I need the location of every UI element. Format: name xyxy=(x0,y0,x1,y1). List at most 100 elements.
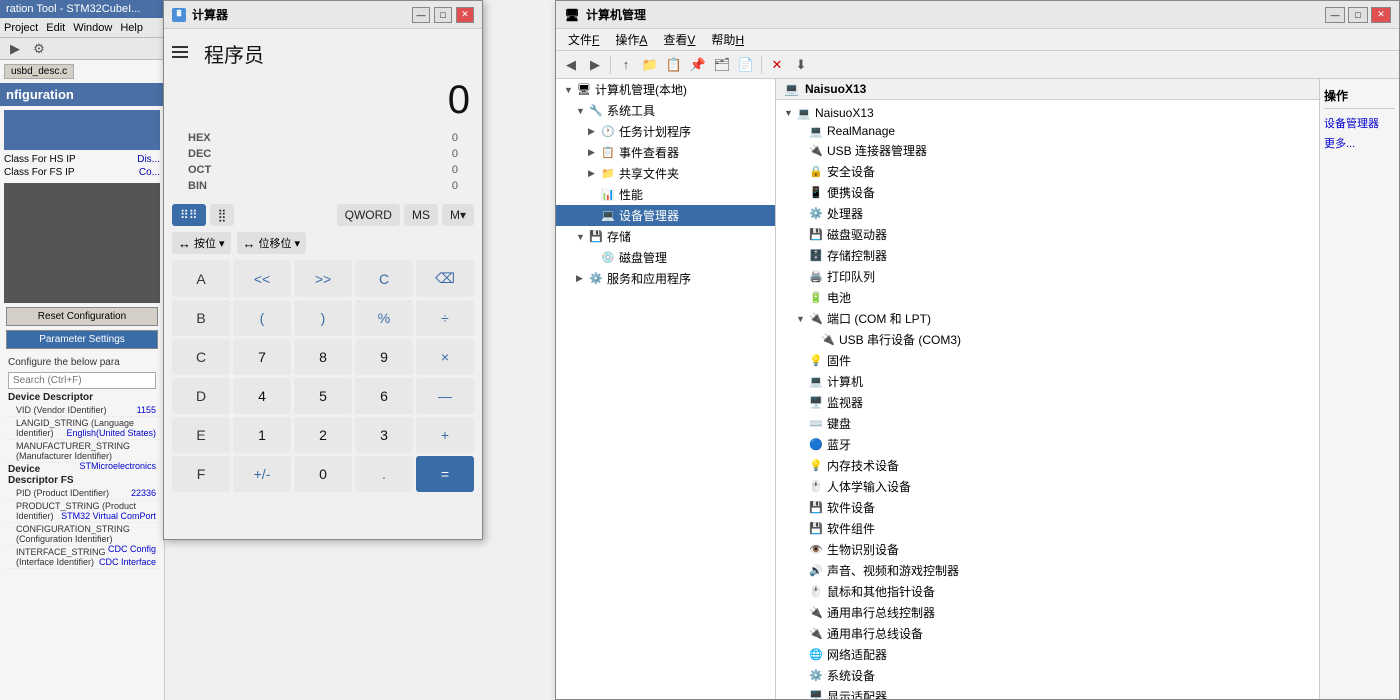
cm-dev-item-27[interactable]: 🖥️显示适配器 xyxy=(780,686,1315,699)
cm-menu-view[interactable]: 查看V xyxy=(655,29,703,50)
calc-maximize-button[interactable]: □ xyxy=(434,7,452,23)
calc-btn-B-5[interactable]: B xyxy=(172,300,230,336)
cm-dev-item-16[interactable]: 💡内存技术设备 xyxy=(780,455,1315,476)
search-input[interactable] xyxy=(8,372,156,389)
cm-tree-event-viewer[interactable]: ▶ 📋 事件查看器 xyxy=(556,142,775,163)
cm-menu-help[interactable]: 帮助H xyxy=(703,29,752,50)
cm-tree-task-scheduler[interactable]: ▶ 🕐 任务计划程序 xyxy=(556,121,775,142)
cm-dev-item-9[interactable]: ▼🔌端口 (COM 和 LPT) xyxy=(780,308,1315,329)
cm-menu-file[interactable]: 文件F xyxy=(560,29,607,50)
bit-shift-button-1[interactable]: ↔ 按位 ▾ xyxy=(172,232,231,254)
calc-btn-A-0[interactable]: A xyxy=(172,260,230,297)
cm-dev-item-15[interactable]: 🔵蓝牙 xyxy=(780,434,1315,455)
calc-btn-C-10[interactable]: C xyxy=(172,339,230,375)
cm-dev-item-1[interactable]: 🔌USB 连接器管理器 xyxy=(780,140,1315,161)
calc-btn-F-25[interactable]: F xyxy=(172,456,230,492)
shift-dropdown-2[interactable]: ▾ xyxy=(295,237,301,250)
cm-dev-item-21[interactable]: 🔊声音、视频和游戏控制器 xyxy=(780,560,1315,581)
calc-btn-2-22[interactable]: 2 xyxy=(294,417,352,453)
calc-btn-3-23[interactable]: 3 xyxy=(355,417,413,453)
calc-btn-4-16[interactable]: 4 xyxy=(233,378,291,414)
cm-up-button[interactable]: ↑ xyxy=(615,54,637,76)
calc-btn-1-21[interactable]: 1 xyxy=(233,417,291,453)
cm-properties-button[interactable]: ⬇ xyxy=(790,54,812,76)
cm-dev-item-13[interactable]: 🖥️监视器 xyxy=(780,392,1315,413)
cm-dev-item-12[interactable]: 💻计算机 xyxy=(780,371,1315,392)
calc-btn-0-27[interactable]: 0 xyxy=(294,456,352,492)
cm-paste-button[interactable]: 📌 xyxy=(687,54,709,76)
cm-details-button[interactable]: 📄 xyxy=(735,54,757,76)
cm-dev-item-4[interactable]: ⚙️处理器 xyxy=(780,203,1315,224)
cm-close-button[interactable]: ✕ xyxy=(1371,7,1391,23)
m-button[interactable]: M▾ xyxy=(442,204,474,226)
calc-btn-__-2[interactable]: >> xyxy=(294,260,352,297)
qword-button[interactable]: QWORD xyxy=(337,204,400,226)
ide-tab-file[interactable]: usbd_desc.c xyxy=(4,64,74,79)
cm-dev-item-2[interactable]: 🔒安全设备 xyxy=(780,161,1315,182)
calc-list-view-button[interactable]: ⣿ xyxy=(210,204,235,226)
calc-btn-8-12[interactable]: 8 xyxy=(294,339,352,375)
cm-tree-performance[interactable]: 📊 性能 xyxy=(556,184,775,205)
cm-dev-item-10[interactable]: 🔌USB 串行设备 (COM3) xyxy=(780,329,1315,350)
calc-btn-_-6[interactable]: ( xyxy=(233,300,291,336)
cm-copy-button[interactable]: 📋 xyxy=(663,54,685,76)
calc-btn-_-14[interactable]: × xyxy=(416,339,474,375)
bit-shift-button-2[interactable]: ↔ 位移位 ▾ xyxy=(237,232,307,254)
ide-menu-project[interactable]: Project xyxy=(4,22,38,34)
cm-dev-root[interactable]: ▼💻NaisuoX13 xyxy=(780,104,1315,122)
calc-btn-_-8[interactable]: % xyxy=(355,300,413,336)
ms-button[interactable]: MS xyxy=(404,204,438,226)
cm-dev-item-18[interactable]: 💾软件设备 xyxy=(780,497,1315,518)
ide-tool-2[interactable]: ⚙ xyxy=(28,38,50,60)
calc-btn-__-1[interactable]: << xyxy=(233,260,291,297)
cm-dev-item-8[interactable]: 🔋电池 xyxy=(780,287,1315,308)
cm-tree-root[interactable]: ▼ 🖥 计算机管理(本地) xyxy=(556,79,775,100)
calc-close-button[interactable]: ✕ xyxy=(456,7,474,23)
cm-forward-button[interactable]: ▶ xyxy=(584,54,606,76)
calc-minimize-button[interactable]: — xyxy=(412,7,430,23)
cm-view-button[interactable]: 🗂 xyxy=(711,54,733,76)
calc-btn-_-24[interactable]: + xyxy=(416,417,474,453)
calc-btn-E-20[interactable]: E xyxy=(172,417,230,453)
cm-tree-storage[interactable]: ▼ 💾 存储 xyxy=(556,226,775,247)
cm-tree-system-tools[interactable]: ▼ 🔧 系统工具 xyxy=(556,100,775,121)
calc-btn-_-4[interactable]: ⌫ xyxy=(416,260,474,297)
cm-folder-button[interactable]: 📁 xyxy=(639,54,661,76)
calc-btn-_-28[interactable]: . xyxy=(355,456,413,492)
cm-tree-shared-folders[interactable]: ▶ 📁 共享文件夹 xyxy=(556,163,775,184)
cm-dev-item-7[interactable]: 🖨️打印队列 xyxy=(780,266,1315,287)
cm-dev-item-22[interactable]: 🖱️鼠标和其他指针设备 xyxy=(780,581,1315,602)
cm-minimize-button[interactable]: — xyxy=(1325,7,1345,23)
cm-action-device-manager[interactable]: 设备管理器 xyxy=(1324,113,1395,133)
cm-dev-item-20[interactable]: 👁️生物识别设备 xyxy=(780,539,1315,560)
cm-action-more[interactable]: 更多... xyxy=(1324,133,1395,153)
cm-tree-services[interactable]: ▶ ⚙️ 服务和应用程序 xyxy=(556,268,775,289)
ide-tool-1[interactable]: ▶ xyxy=(4,38,26,60)
cm-dev-item-6[interactable]: 🗄️存储控制器 xyxy=(780,245,1315,266)
ide-menu-help[interactable]: Help xyxy=(120,22,143,34)
calc-grid-view-button[interactable]: ⠿⠿ xyxy=(172,204,206,226)
parameter-settings-button[interactable]: Parameter Settings xyxy=(6,330,158,349)
cm-dev-item-23[interactable]: 🔌通用串行总线控制器 xyxy=(780,602,1315,623)
cm-tree-device-manager[interactable]: 💻 设备管理器 xyxy=(556,205,775,226)
cm-back-button[interactable]: ◀ xyxy=(560,54,582,76)
cm-menu-action[interactable]: 操作A xyxy=(607,29,655,50)
ide-menu-edit[interactable]: Edit xyxy=(46,22,65,34)
cm-dev-item-25[interactable]: 🌐网络适配器 xyxy=(780,644,1315,665)
calc-btn-C-3[interactable]: C xyxy=(355,260,413,297)
calc-hamburger-menu[interactable] xyxy=(168,41,192,63)
calc-btn-_-29[interactable]: = xyxy=(416,456,474,492)
cm-maximize-button[interactable]: □ xyxy=(1348,7,1368,23)
cm-dev-item-5[interactable]: 💾磁盘驱动器 xyxy=(780,224,1315,245)
cm-dev-item-19[interactable]: 💾软件组件 xyxy=(780,518,1315,539)
cm-dev-item-14[interactable]: ⌨️键盘 xyxy=(780,413,1315,434)
calc-btn-6-18[interactable]: 6 xyxy=(355,378,413,414)
calc-btn-_-19[interactable]: — xyxy=(416,378,474,414)
cm-dev-item-17[interactable]: 🖱️人体学输入设备 xyxy=(780,476,1315,497)
calc-btn-_-9[interactable]: ÷ xyxy=(416,300,474,336)
calc-btn-9-13[interactable]: 9 xyxy=(355,339,413,375)
calc-btn-___-26[interactable]: +/- xyxy=(233,456,291,492)
cm-dev-item-11[interactable]: 💡固件 xyxy=(780,350,1315,371)
calc-btn-5-17[interactable]: 5 xyxy=(294,378,352,414)
cm-dev-item-24[interactable]: 🔌通用串行总线设备 xyxy=(780,623,1315,644)
